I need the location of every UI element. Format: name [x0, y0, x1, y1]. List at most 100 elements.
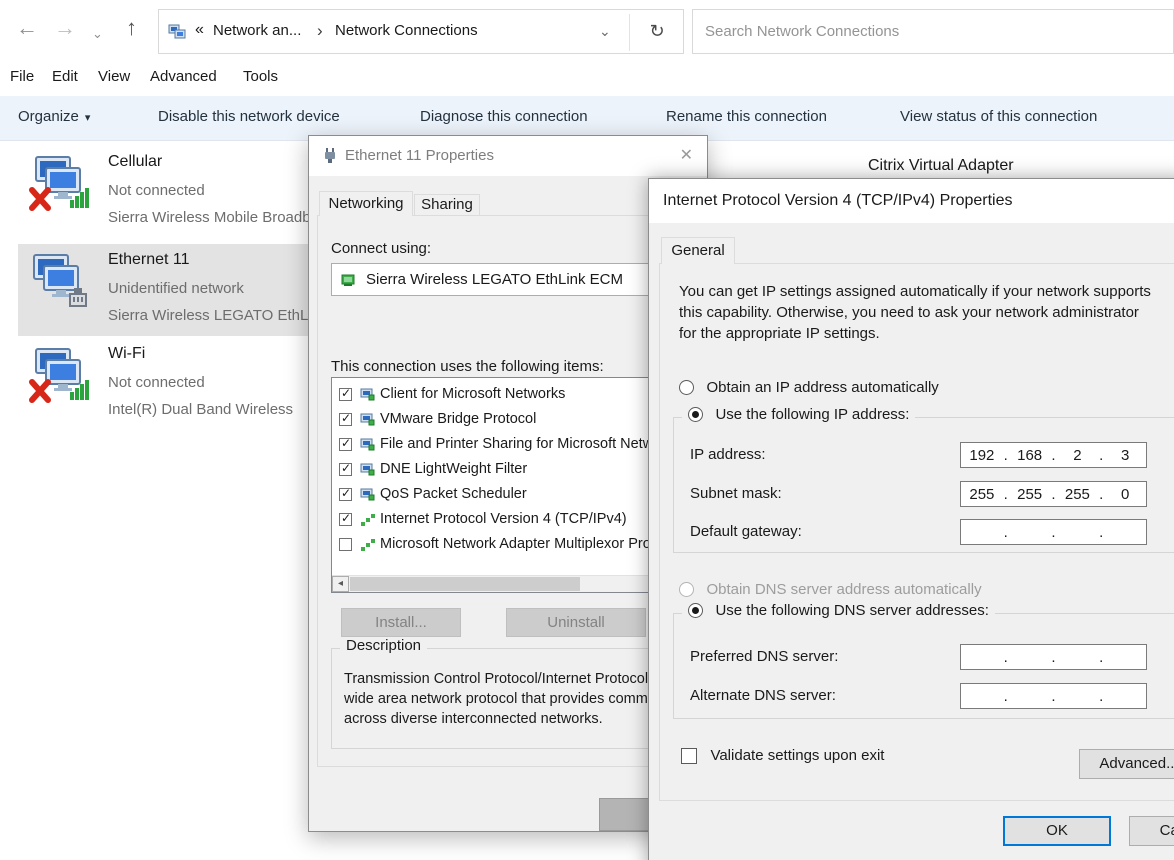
horizontal-scrollbar[interactable]: ◂ [332, 575, 660, 592]
octet-separator: . [1051, 648, 1056, 666]
wifi-disconnected-icon [28, 348, 92, 404]
back-button[interactable]: ← [16, 14, 38, 42]
list-item-qos-scheduler[interactable]: ✓ QoS Packet Scheduler [332, 483, 660, 508]
dialog-titlebar[interactable]: Ethernet 11 Properties ✕ [309, 136, 707, 176]
octet[interactable]: 2 [1057, 447, 1099, 464]
alternate-dns-row: Alternate DNS server: ... [674, 683, 1174, 709]
item-checkbox[interactable]: ✓ [339, 461, 352, 476]
dialog-titlebar[interactable]: Internet Protocol Version 4 (TCP/IPv4) P… [649, 179, 1174, 223]
item-checkbox[interactable]: ✓ [339, 511, 352, 526]
radio-use-dns[interactable]: Use the following DNS server addresses: [682, 602, 995, 622]
list-item-file-printer-sharing[interactable]: ✓ File and Printer Sharing for Microsoft… [332, 433, 660, 458]
breadcrumb-overflow-icon[interactable]: « [195, 21, 204, 39]
description-group: Description Transmission Control Protoco… [331, 637, 728, 749]
preferred-dns-input[interactable]: ... [960, 644, 1147, 670]
search-box[interactable] [692, 9, 1174, 54]
octet[interactable]: 192 [961, 447, 1003, 464]
command-rename[interactable]: Rename this connection [666, 108, 827, 125]
item-checkbox[interactable]: ✓ [339, 411, 352, 426]
item-checkbox[interactable]: ✓ [339, 436, 352, 451]
tab-general[interactable]: General [661, 237, 735, 264]
item-label: File and Printer Sharing for Microsoft N… [380, 436, 661, 452]
uninstall-button[interactable]: Uninstall [506, 608, 646, 637]
menu-advanced[interactable]: Advanced [150, 68, 217, 85]
list-item-ipv4[interactable]: ✓ Internet Protocol Version 4 (TCP/IPv4) [332, 508, 660, 533]
check-icon: ✓ [341, 386, 352, 400]
recent-locations-icon[interactable]: ⌄ [92, 20, 103, 48]
address-dropdown-icon[interactable]: ⌄ [599, 23, 611, 40]
radio-use-ip[interactable]: Use the following IP address: [682, 406, 916, 426]
menu-file[interactable]: File [10, 68, 34, 85]
list-item-client[interactable]: ✓ Client for Microsoft Networks [332, 383, 660, 408]
subnet-mask-label: Subnet mask: [690, 485, 782, 502]
dns-server-group: Use the following DNS server addresses: … [673, 602, 1174, 719]
list-item-dne-filter[interactable]: ✓ DNE LightWeight Filter [332, 458, 660, 483]
item-label: VMware Bridge Protocol [380, 411, 537, 427]
octet[interactable]: 0 [1104, 486, 1146, 503]
check-icon: ✓ [341, 461, 352, 475]
radio-icon[interactable] [679, 380, 694, 396]
list-item-vmware-bridge[interactable]: ✓ VMware Bridge Protocol [332, 408, 660, 433]
ip-address-row: IP address: 192. 168. 2. 3 [674, 442, 1174, 468]
menu-view[interactable]: View [98, 68, 130, 85]
octet[interactable]: 255 [1057, 486, 1099, 503]
radio-label: Use the following IP address: [715, 406, 910, 424]
cancel-button[interactable]: Cancel [1129, 816, 1174, 846]
alternate-dns-input[interactable]: ... [960, 683, 1147, 709]
subnet-mask-input[interactable]: 255. 255. 255. 0 [960, 481, 1147, 507]
breadcrumb-parent[interactable]: Network an... [213, 22, 301, 39]
advanced-button[interactable]: Advanced... [1079, 749, 1174, 779]
breadcrumb-current[interactable]: Network Connections [335, 22, 478, 39]
menu-tools[interactable]: Tools [243, 68, 278, 85]
preferred-dns-label: Preferred DNS server: [690, 648, 839, 665]
up-button[interactable]: ↑ [126, 14, 137, 42]
octet[interactable]: 3 [1104, 447, 1146, 464]
intro-line: You can get IP settings assigned automat… [679, 283, 1151, 300]
radio-icon[interactable] [688, 407, 703, 423]
octet-separator: . [1051, 523, 1056, 541]
item-label: Client for Microsoft Networks [380, 386, 566, 402]
scrollbar-thumb[interactable] [350, 577, 580, 591]
checkbox-icon[interactable] [681, 747, 697, 764]
description-label: Description [340, 637, 428, 654]
list-item-multiplexor[interactable]: ✓ Microsoft Network Adapter Multiplexor … [332, 533, 660, 558]
close-icon[interactable]: ✕ [680, 145, 693, 165]
command-disable-device[interactable]: Disable this network device [158, 108, 340, 125]
ip-address-input[interactable]: 192. 168. 2. 3 [960, 442, 1147, 468]
intro-line: this capability. Otherwise, you need to … [679, 304, 1139, 321]
octet[interactable]: 255 [961, 486, 1003, 503]
item-label: Internet Protocol Version 4 (TCP/IPv4) [380, 511, 627, 527]
ok-button[interactable]: OK [1003, 816, 1111, 846]
default-gateway-input[interactable]: ... [960, 519, 1147, 545]
alternate-dns-label: Alternate DNS server: [690, 687, 836, 704]
check-icon: ✓ [341, 486, 352, 500]
forward-button[interactable]: → [54, 14, 76, 42]
intro-line: for the appropriate IP settings. [679, 325, 880, 342]
command-diagnose[interactable]: Diagnose this connection [420, 108, 588, 125]
search-input[interactable] [705, 19, 1145, 43]
menu-edit[interactable]: Edit [52, 68, 78, 85]
radio-obtain-dns-auto: Obtain DNS server address automatically [679, 581, 982, 601]
protocol-icon [360, 537, 375, 552]
command-view-status[interactable]: View status of this connection [900, 108, 1097, 125]
radio-obtain-ip-auto[interactable]: Obtain an IP address automatically [679, 379, 939, 399]
scroll-left-icon[interactable]: ◂ [332, 576, 349, 592]
tab-sharing[interactable]: Sharing [414, 194, 480, 215]
connection-name-citrix[interactable]: Citrix Virtual Adapter [868, 157, 1014, 175]
connection-items-list[interactable]: ✓ Client for Microsoft Networks ✓ VMware… [331, 377, 661, 593]
octet-separator: . [1003, 648, 1008, 666]
item-checkbox[interactable]: ✓ [339, 386, 352, 401]
validate-settings-checkbox[interactable]: Validate settings upon exit [681, 747, 884, 765]
radio-icon[interactable] [688, 603, 703, 619]
item-checkbox[interactable]: ✓ [339, 486, 352, 501]
octet[interactable]: 255 [1009, 486, 1051, 503]
adapter-card-icon [340, 272, 356, 288]
address-bar[interactable]: « Network an... › Network Connections ⌄ … [158, 9, 684, 54]
install-button[interactable]: Install... [341, 608, 461, 637]
tab-networking[interactable]: Networking [319, 191, 413, 216]
octet[interactable]: 168 [1009, 447, 1051, 464]
subnet-mask-row: Subnet mask: 255. 255. 255. 0 [674, 481, 1174, 507]
organize-button[interactable]: Organize ▾ [18, 108, 90, 125]
refresh-button[interactable]: ↻ [630, 10, 684, 53]
item-checkbox[interactable]: ✓ [339, 538, 352, 551]
